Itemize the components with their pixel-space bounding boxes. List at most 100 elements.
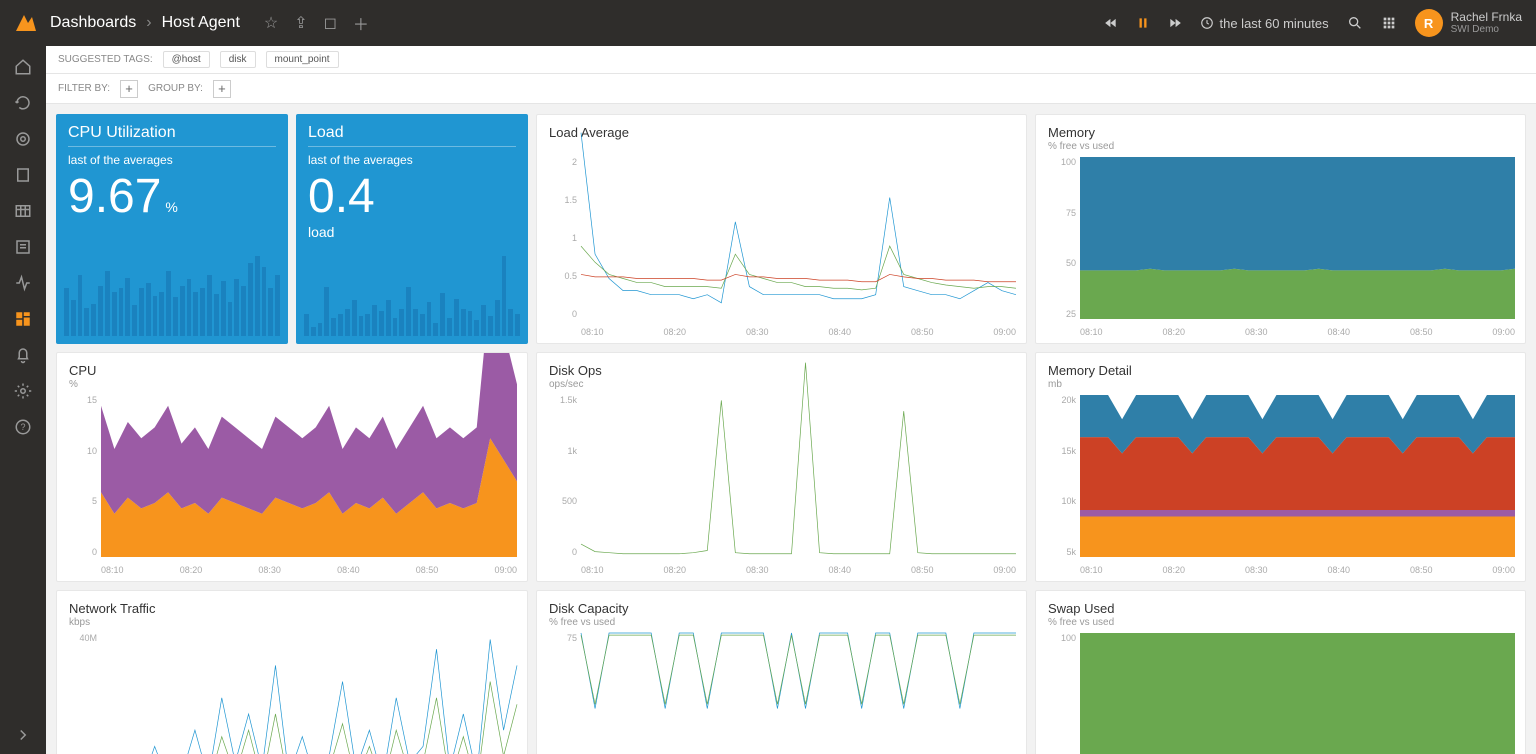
tile-network-traffic[interactable]: Network Traffic kbps 40M20M 08:1008:2008… [56,590,528,754]
tile-subtitle: kbps [69,617,515,628]
tile-subtitle: % [69,379,515,390]
expand-sidebar-icon[interactable] [14,726,32,744]
tile-swap-used[interactable]: Swap Used % free vs used 100 08:1008:200… [1035,590,1526,754]
tile-load-average[interactable]: Load Average 21.510.50 08:1008:2008:3008… [536,114,1027,344]
chart [581,157,1016,319]
refresh-icon[interactable] [14,94,32,112]
rewind-icon[interactable] [1104,16,1118,30]
activity-icon[interactable] [14,274,32,292]
list-icon[interactable] [14,238,32,256]
tile-title: CPU Utilization [68,124,276,147]
time-range-picker[interactable]: the last 60 minutes [1200,16,1329,31]
user-org: SWI Demo [1451,24,1522,35]
x-axis: 08:1008:2008:3008:4008:5009:00 [581,565,1016,575]
tile-subtitle: % free vs used [549,617,1014,628]
plus-icon[interactable]: ＋ [353,11,369,35]
tile-subtitle: last of the averages [308,153,516,167]
tile-subtitle: mb [1048,379,1513,390]
tag-disk[interactable]: disk [220,51,256,68]
chart [1080,157,1515,319]
tile-title: Memory [1048,125,1513,140]
tile-unit: load [308,224,516,240]
group-by-label: GROUP BY: [148,83,203,94]
tile-title: CPU [69,363,515,378]
add-filter-button[interactable]: + [120,80,138,98]
chart [101,395,517,557]
filter-bar: FILTER BY: + GROUP BY: + [46,74,1536,104]
brand-logo-icon [14,11,38,35]
svg-text:?: ? [20,422,25,432]
tile-cpu[interactable]: CPU % 151050 08:1008:2008:3008:4008:5009… [56,352,528,582]
apps-grid-icon[interactable] [1381,15,1397,31]
time-range-label: the last 60 minutes [1220,16,1329,31]
breadcrumb: Dashboards › Host Agent [50,14,240,32]
bell-icon[interactable] [14,346,32,364]
breadcrumb-page: Host Agent [162,14,240,32]
table-icon[interactable] [14,202,32,220]
x-axis: 08:1008:2008:3008:4008:5009:00 [581,327,1016,337]
tile-value: 9.67 [68,169,161,224]
dashboards-icon[interactable] [14,310,32,328]
star-icon[interactable]: ☆ [264,13,278,33]
forward-icon[interactable] [1168,16,1182,30]
avatar: R [1415,9,1443,37]
search-icon[interactable] [1347,15,1363,31]
chart [1080,633,1515,754]
tile-memory-detail[interactable]: Memory Detail mb 20k15k10k5k 08:1008:200… [1035,352,1526,582]
y-axis: 1.5k1k5000 [543,395,577,557]
help-icon[interactable]: ? [14,418,32,436]
tile-memory[interactable]: Memory % free vs used 100755025 08:1008:… [1035,114,1526,344]
main-content: SUGGESTED TAGS: @host disk mount_point F… [46,46,1536,754]
y-axis: 100755025 [1042,157,1076,319]
y-axis: 40M20M [63,633,97,754]
monitor-icon[interactable]: ◻ [324,13,337,33]
chart [1080,395,1515,557]
tile-subtitle: last of the averages [68,153,276,167]
tile-title: Load Average [549,125,1014,140]
breadcrumb-root[interactable]: Dashboards [50,14,136,32]
chevron-right-icon: › [146,14,151,32]
sparkbars [64,256,280,336]
user-name: Rachel Frnka [1451,11,1522,24]
tile-subtitle: % free vs used [1048,141,1513,152]
tile-cpu-utilization[interactable]: CPU Utilization last of the averages 9.6… [56,114,288,344]
tile-title: Memory Detail [1048,363,1513,378]
tile-title: Load [308,124,516,147]
tile-value: 0.4 [308,169,375,224]
tag-host[interactable]: @host [163,51,210,68]
clock-icon [1200,16,1214,30]
add-group-button[interactable]: + [213,80,231,98]
y-axis: 7550 [543,633,577,754]
share-icon[interactable]: ⇪ [294,13,307,33]
tile-title: Swap Used [1048,601,1513,616]
user-menu[interactable]: R Rachel Frnka SWI Demo [1415,9,1522,37]
chart [581,395,1016,557]
gear-icon[interactable] [14,382,32,400]
tile-subtitle: % free vs used [1048,617,1513,628]
filter-by-label: FILTER BY: [58,83,110,94]
tile-disk-capacity[interactable]: Disk Capacity % free vs used 7550 08:100… [536,590,1027,754]
x-axis: 08:1008:2008:3008:4008:5009:00 [101,565,517,575]
pause-icon[interactable] [1136,16,1150,30]
x-axis: 08:1008:2008:3008:4008:5009:00 [1080,327,1515,337]
x-axis: 08:1008:2008:3008:4008:5009:00 [1080,565,1515,575]
tile-title: Disk Capacity [549,601,1014,616]
tags-label: SUGGESTED TAGS: [58,54,153,65]
tags-bar: SUGGESTED TAGS: @host disk mount_point [46,46,1536,74]
tile-title: Network Traffic [69,601,515,616]
tile-load[interactable]: Load last of the averages 0.4 load [296,114,528,344]
chart [581,633,1016,754]
sidebar: ? [0,46,46,754]
chart [101,633,517,754]
tag-mount-point[interactable]: mount_point [266,51,339,68]
home-icon[interactable] [14,58,32,76]
target-icon[interactable] [14,130,32,148]
sparkbars [304,256,520,336]
y-axis: 151050 [63,395,97,557]
y-axis: 20k15k10k5k [1042,395,1076,557]
tile-title: Disk Ops [549,363,1014,378]
topbar: Dashboards › Host Agent ☆ ⇪ ◻ ＋ the last… [0,0,1536,46]
tile-disk-ops[interactable]: Disk Ops ops/sec 1.5k1k5000 08:1008:2008… [536,352,1027,582]
document-icon[interactable] [14,166,32,184]
tile-subtitle: ops/sec [549,379,1014,390]
